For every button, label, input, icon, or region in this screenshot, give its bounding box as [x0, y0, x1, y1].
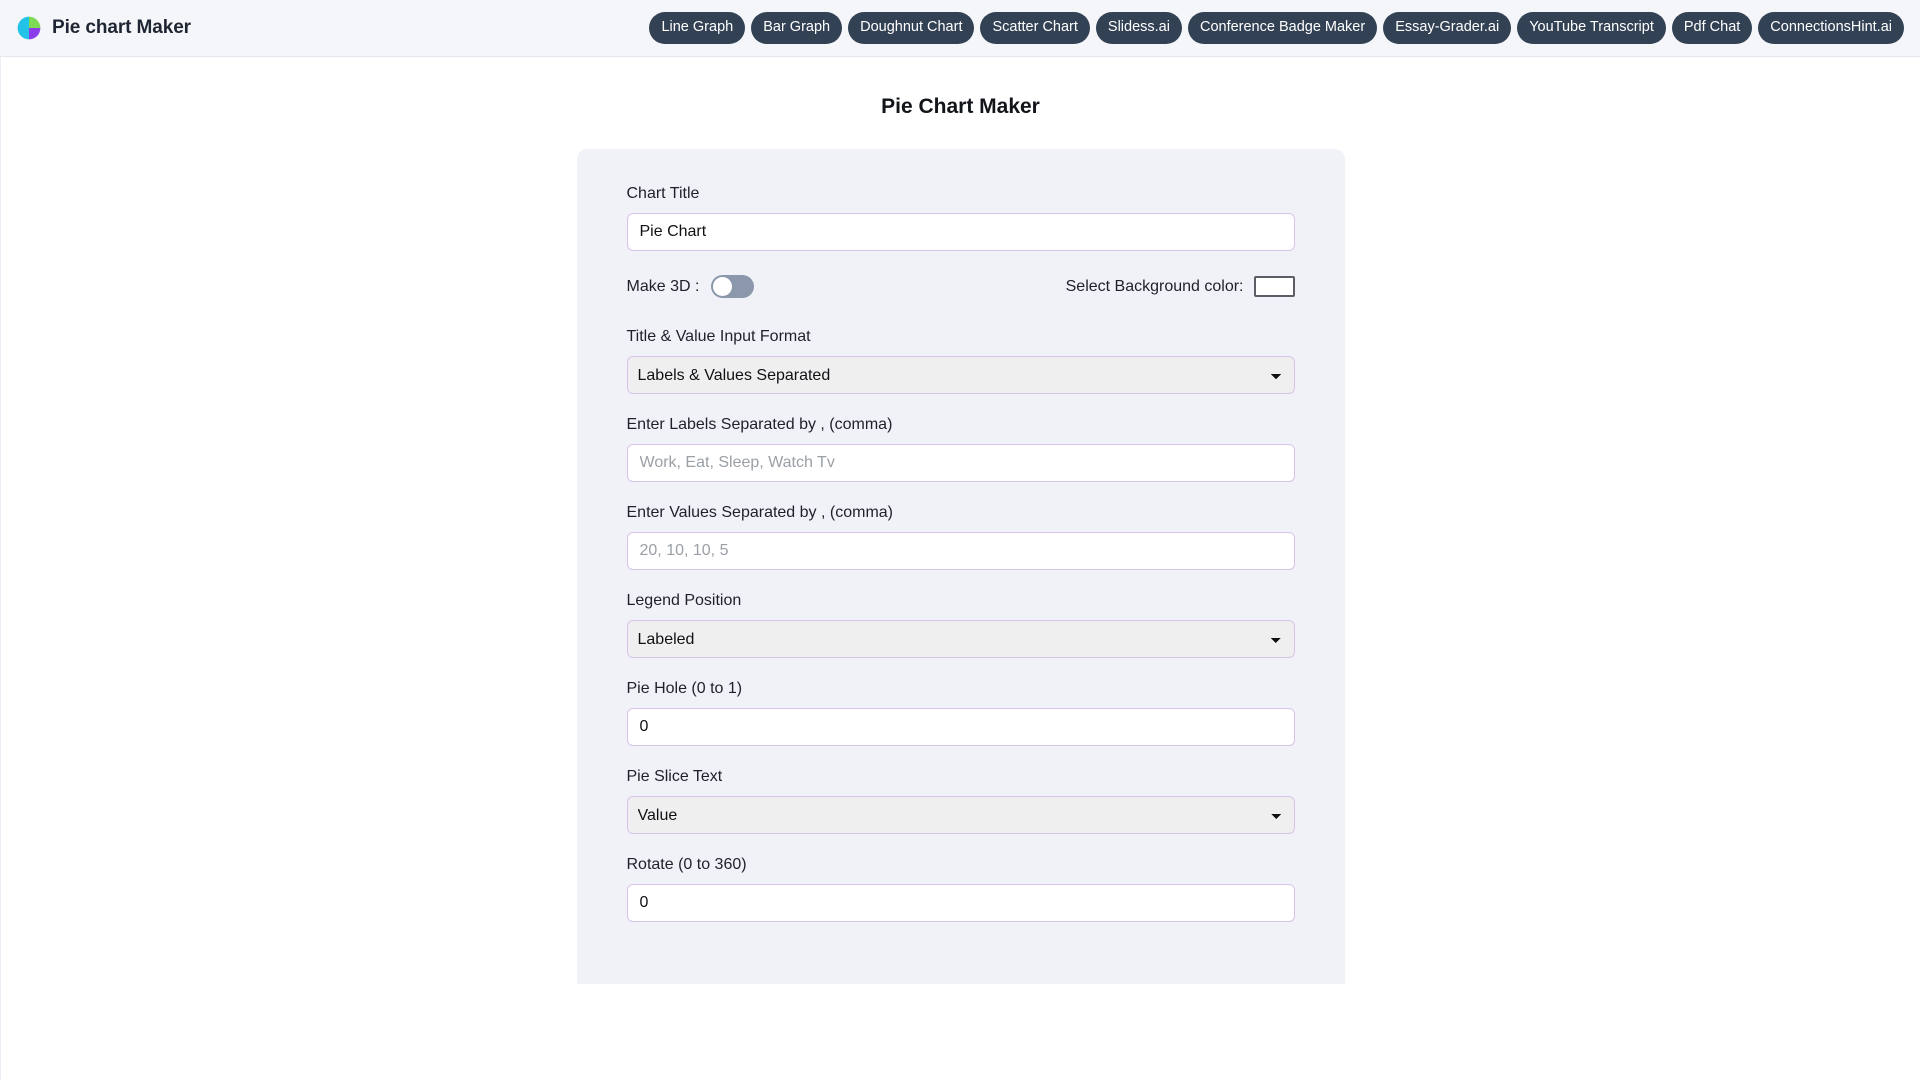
values-input-label: Enter Values Separated by , (comma) [626, 504, 894, 521]
field-rotate: Rotate (0 to 360) [626, 856, 1295, 922]
chart-title-label: Chart Title [626, 185, 700, 202]
legend-position-label: Legend Position [626, 592, 742, 609]
field-pie-slice-text: Pie Slice Text Value [626, 768, 1295, 834]
values-input[interactable] [626, 532, 1295, 570]
toggle-knob [713, 277, 733, 296]
nav-item-connectionshint-ai[interactable]: ConnectionsHint.ai [1758, 12, 1904, 44]
nav-item-slidess-ai[interactable]: Slidess.ai [1095, 12, 1182, 44]
pie-chart-logo-icon [16, 15, 42, 41]
nav-item-conference-badge-maker[interactable]: Conference Badge Maker [1187, 12, 1378, 44]
pie-hole-input[interactable] [626, 708, 1295, 746]
rotate-input[interactable] [626, 884, 1295, 922]
page-body: Pie Chart Maker Chart Title Make 3D : Se… [0, 57, 1920, 1080]
make-3d-label: Make 3D : [626, 277, 700, 295]
background-color-group: Select Background color: [1066, 276, 1295, 297]
pie-chart-settings-card: Chart Title Make 3D : Select Background … [576, 149, 1345, 984]
nav-item-essay-grader-ai[interactable]: Essay-Grader.ai [1383, 12, 1512, 44]
nav-item-pdf-chat[interactable]: Pdf Chat [1671, 12, 1753, 44]
make-3d-group: Make 3D : [627, 275, 755, 298]
legend-position-select[interactable]: Labeled [626, 620, 1295, 658]
page-title: Pie Chart Maker [881, 95, 1040, 118]
field-labels: Enter Labels Separated by , (comma) [626, 416, 1295, 482]
background-color-swatch[interactable] [1253, 276, 1295, 297]
input-format-label: Title & Value Input Format [626, 328, 811, 345]
pie-hole-label: Pie Hole (0 to 1) [626, 680, 743, 697]
make-3d-row: Make 3D : Select Background color: [627, 275, 1295, 298]
labels-input[interactable] [626, 444, 1295, 482]
nav-item-scatter-chart[interactable]: Scatter Chart [980, 12, 1090, 44]
field-pie-hole: Pie Hole (0 to 1) [626, 680, 1295, 746]
brand-title: Pie chart Maker [52, 17, 191, 38]
app-header: Pie chart Maker Line Graph Bar Graph Dou… [0, 0, 1920, 57]
nav-item-line-graph[interactable]: Line Graph [649, 12, 746, 44]
input-format-select[interactable]: Labels & Values Separated [626, 356, 1295, 394]
primary-nav: Line Graph Bar Graph Doughnut Chart Scat… [649, 12, 1904, 44]
nav-item-doughnut-chart[interactable]: Doughnut Chart [848, 12, 975, 44]
field-legend-position: Legend Position Labeled [626, 592, 1295, 658]
background-color-label: Select Background color: [1065, 277, 1244, 295]
rotate-label: Rotate (0 to 360) [626, 856, 747, 873]
labels-input-label: Enter Labels Separated by , (comma) [626, 416, 893, 433]
field-chart-title: Chart Title [626, 185, 1295, 251]
field-values: Enter Values Separated by , (comma) [626, 504, 1295, 570]
nav-item-youtube-transcript[interactable]: YouTube Transcript [1517, 12, 1666, 44]
brand[interactable]: Pie chart Maker [10, 15, 191, 41]
pie-slice-text-label: Pie Slice Text [626, 768, 723, 785]
pie-slice-text-select[interactable]: Value [626, 796, 1295, 834]
chart-title-input[interactable] [626, 213, 1295, 251]
make-3d-toggle[interactable] [711, 275, 755, 298]
nav-item-bar-graph[interactable]: Bar Graph [751, 12, 843, 44]
field-input-format: Title & Value Input Format Labels & Valu… [626, 328, 1295, 394]
